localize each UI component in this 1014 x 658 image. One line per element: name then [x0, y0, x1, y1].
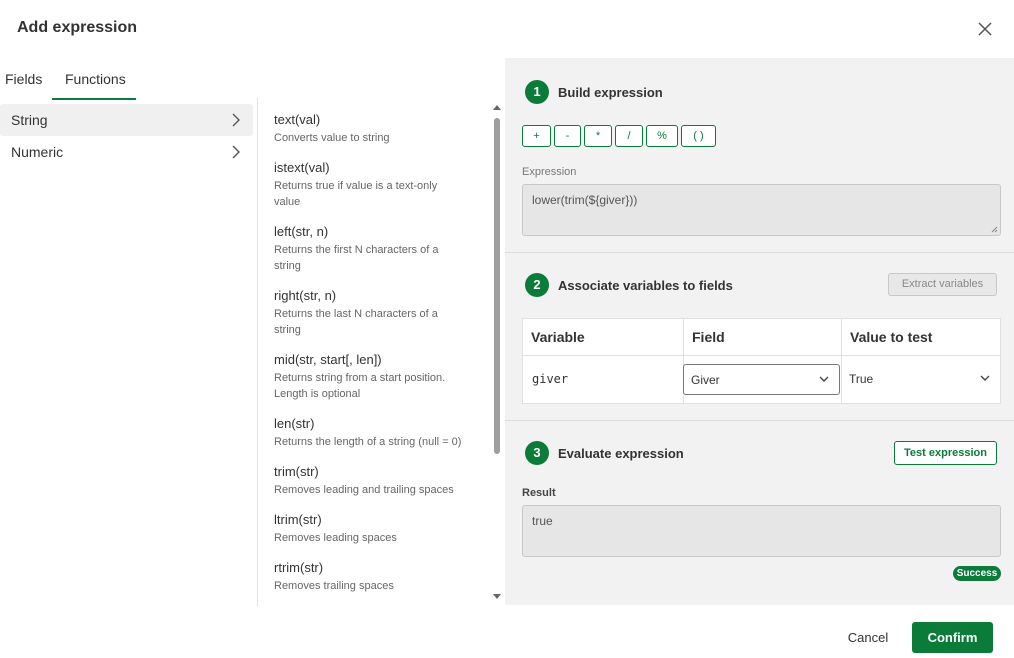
status-badge: Success: [953, 566, 1001, 581]
test-expression-button[interactable]: Test expression: [894, 441, 997, 465]
function-item-len[interactable]: len(str) Returns the length of a string …: [258, 402, 490, 450]
function-name: ltrim(str): [274, 512, 322, 527]
function-item-ltrim[interactable]: ltrim(str) Removes leading spaces: [258, 498, 490, 546]
operator-modulo-button[interactable]: %: [646, 125, 678, 147]
function-description: Returns string from a start position. Le…: [274, 372, 446, 400]
function-description: Converts value to string: [274, 132, 390, 144]
function-name: rtrim(str): [274, 560, 324, 575]
function-name: left(str, n): [274, 224, 329, 239]
step-number: 2: [525, 273, 549, 297]
result-output: true: [522, 505, 1001, 557]
dialog-header: Add expression: [0, 0, 1014, 58]
close-button[interactable]: [973, 17, 997, 41]
variable-name-cell: giver: [532, 372, 569, 386]
dialog-title: Add expression: [17, 19, 138, 36]
function-item-mid[interactable]: mid(str, start[, len]) Returns string fr…: [258, 338, 490, 402]
function-description: Returns the last N characters of a strin…: [274, 308, 438, 336]
section-title: Evaluate expression: [558, 446, 684, 461]
result-label: Result: [522, 487, 556, 499]
function-name: trim(str): [274, 464, 319, 479]
field-select-value: Giver: [691, 373, 720, 387]
function-description: Removes leading and trailing spaces: [274, 484, 454, 496]
section-title: Build expression: [558, 85, 663, 100]
category-label: Numeric: [11, 144, 64, 160]
variables-table: Variable Field Value to test giver Giver…: [522, 318, 1001, 404]
chevron-right-icon: [232, 145, 240, 159]
tab-functions[interactable]: Functions: [52, 62, 136, 100]
resize-grip-icon[interactable]: [991, 226, 998, 233]
expression-builder-panel: 1 Build expression + - * / % ( ) Express…: [505, 58, 1014, 605]
function-description: Removes leading spaces: [274, 532, 397, 544]
operator-divide-button[interactable]: /: [615, 125, 643, 147]
function-description: Removes trailing spaces: [274, 580, 394, 592]
section-divider: [505, 252, 1014, 253]
chevron-down-icon: [980, 375, 990, 381]
category-item-numeric[interactable]: Numeric: [0, 136, 253, 168]
expression-value: lower(trim(${giver})): [532, 193, 638, 207]
function-description: Returns true if value is a text-only val…: [274, 180, 438, 208]
expression-input[interactable]: lower(trim(${giver})): [522, 184, 1001, 236]
step-number: 1: [525, 80, 549, 104]
result-value: true: [532, 514, 553, 528]
function-item-right[interactable]: right(str, n) Returns the last N charact…: [258, 274, 490, 338]
operator-parentheses-button[interactable]: ( ): [681, 125, 716, 147]
function-name: text(val): [274, 112, 321, 127]
column-header-variable: Variable: [531, 329, 585, 345]
category-list: String Numeric: [0, 104, 253, 168]
operator-plus-button[interactable]: +: [522, 125, 551, 147]
function-name: istext(val): [274, 160, 330, 175]
function-description: Returns the first N characters of a stri…: [274, 244, 439, 272]
operator-multiply-button[interactable]: *: [584, 125, 612, 147]
expression-label: Expression: [522, 166, 577, 178]
column-header-field: Field: [683, 319, 841, 355]
function-item-text[interactable]: text(val) Converts value to string: [258, 98, 490, 146]
function-item-trim[interactable]: trim(str) Removes leading and trailing s…: [258, 450, 490, 498]
value-select-value: True: [849, 372, 874, 386]
value-to-test-select[interactable]: True: [842, 364, 1000, 395]
column-header-value-to-test: Value to test: [841, 319, 1001, 355]
function-item-istext[interactable]: istext(val) Returns true if value is a t…: [258, 146, 490, 210]
function-name: len(str): [274, 416, 315, 431]
extract-variables-button[interactable]: Extract variables: [888, 273, 997, 296]
chevron-down-icon: [819, 376, 829, 382]
field-select[interactable]: Giver: [683, 364, 840, 395]
section-title: Associate variables to fields: [558, 278, 733, 293]
function-list-scrollbar[interactable]: [490, 102, 504, 606]
confirm-button[interactable]: Confirm: [912, 622, 993, 653]
function-list: text(val) Converts value to string istex…: [258, 98, 490, 606]
function-item-left[interactable]: left(str, n) Returns the first N charact…: [258, 210, 490, 274]
row-divider: [523, 355, 1000, 356]
close-icon: [978, 22, 992, 36]
category-item-string[interactable]: String: [0, 104, 253, 136]
cancel-button[interactable]: Cancel: [838, 622, 898, 653]
chevron-right-icon: [232, 113, 240, 127]
scrollbar-thumb[interactable]: [494, 118, 500, 454]
category-label: String: [11, 112, 48, 128]
tab-fields[interactable]: Fields: [5, 62, 49, 100]
function-item-rtrim[interactable]: rtrim(str) Removes trailing spaces: [258, 546, 490, 594]
function-name: right(str, n): [274, 288, 337, 303]
function-name: mid(str, start[, len]): [274, 352, 382, 367]
section-divider: [505, 420, 1014, 421]
scroll-down-arrow-icon[interactable]: [493, 593, 501, 600]
operator-minus-button[interactable]: -: [554, 125, 581, 147]
scroll-up-arrow-icon[interactable]: [493, 104, 501, 111]
function-description: Returns the length of a string (null = 0…: [274, 436, 462, 448]
step-number: 3: [525, 441, 549, 465]
